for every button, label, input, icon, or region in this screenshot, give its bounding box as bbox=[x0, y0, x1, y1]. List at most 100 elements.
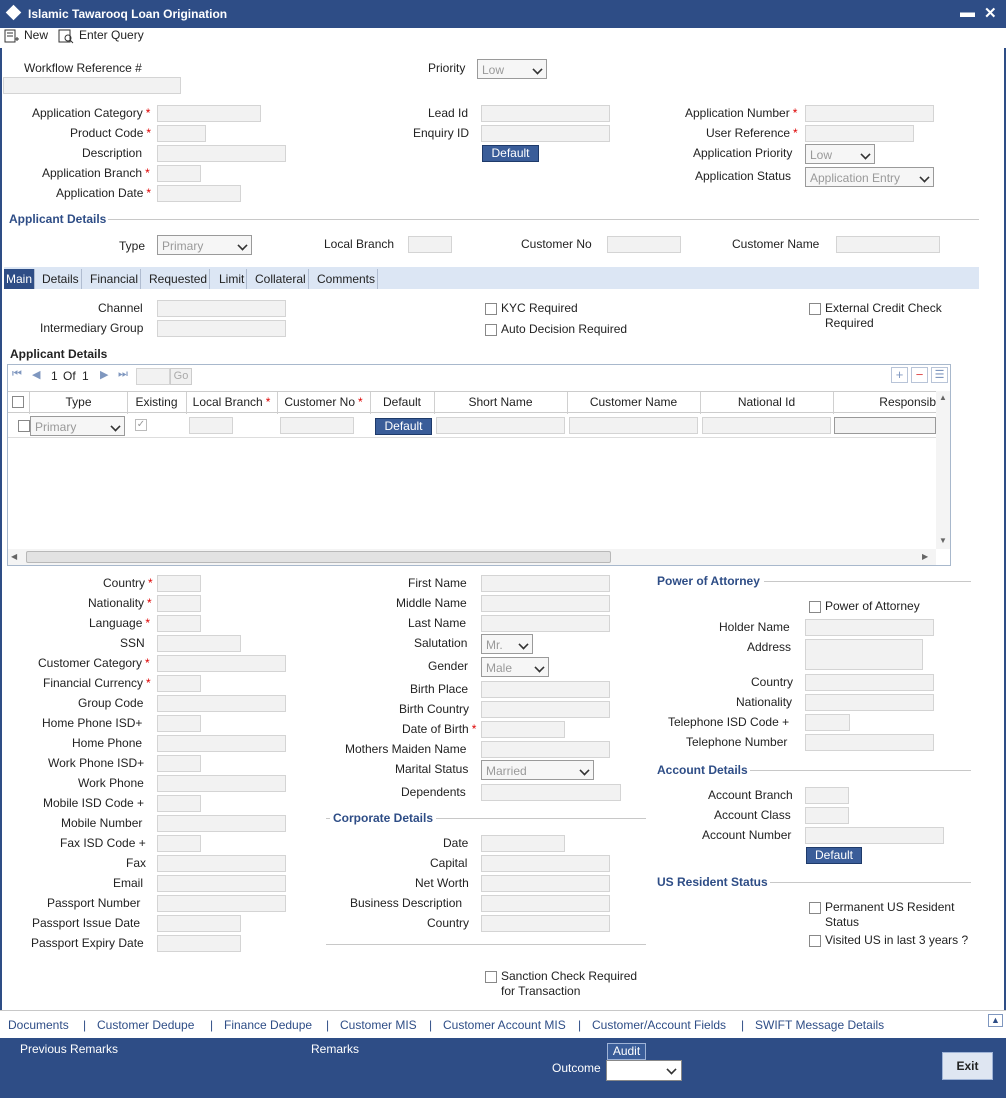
prev-page-icon[interactable]: ◀ bbox=[32, 368, 40, 381]
marital-status-select[interactable]: Married bbox=[481, 760, 594, 780]
tel-number-input[interactable] bbox=[805, 734, 934, 751]
birth-place-input[interactable] bbox=[481, 681, 610, 698]
mobile-isd-input[interactable] bbox=[157, 795, 201, 812]
tab-collateral[interactable]: Collateral bbox=[253, 269, 309, 289]
link-customer-account-mis[interactable]: Customer Account MIS bbox=[443, 1018, 566, 1032]
go-button[interactable]: Go bbox=[170, 368, 192, 385]
ext-credit-checkbox[interactable] bbox=[809, 303, 821, 315]
account-branch-input[interactable] bbox=[805, 787, 849, 804]
user-ref-input[interactable] bbox=[805, 125, 914, 142]
page-input[interactable] bbox=[136, 368, 170, 385]
delete-row-icon[interactable]: − bbox=[911, 367, 928, 383]
table-row[interactable]: Primary ✓ Default bbox=[8, 414, 936, 438]
account-default-button[interactable]: Default bbox=[806, 847, 862, 864]
nationality-input[interactable] bbox=[157, 595, 201, 612]
exit-button[interactable]: Exit bbox=[942, 1052, 993, 1080]
horizontal-scrollbar[interactable]: ◀ ▶ bbox=[8, 549, 936, 565]
work-phone-isd-input[interactable] bbox=[157, 755, 201, 772]
link-documents[interactable]: Documents bbox=[8, 1018, 69, 1032]
app-category-input[interactable] bbox=[157, 105, 261, 122]
poa-nationality-input[interactable] bbox=[805, 694, 934, 711]
last-name-input[interactable] bbox=[481, 615, 610, 632]
local-branch-input[interactable] bbox=[408, 236, 452, 253]
birth-country-input[interactable] bbox=[481, 701, 610, 718]
row-customer-name-input[interactable] bbox=[569, 417, 698, 434]
outcome-select[interactable] bbox=[606, 1060, 682, 1081]
add-row-icon[interactable]: + bbox=[891, 367, 908, 383]
collapse-up-icon[interactable]: ▲ bbox=[988, 1014, 1003, 1027]
date-of-birth-input[interactable] bbox=[481, 721, 565, 738]
channel-input[interactable] bbox=[157, 300, 286, 317]
next-page-icon[interactable]: ▶ bbox=[100, 368, 108, 381]
new-doc-icon[interactable] bbox=[4, 29, 20, 47]
kyc-checkbox[interactable] bbox=[485, 303, 497, 315]
row-checkbox[interactable] bbox=[18, 420, 30, 432]
work-phone-input[interactable] bbox=[157, 775, 286, 792]
workflow-ref-input[interactable] bbox=[3, 77, 181, 94]
tel-isd-input[interactable] bbox=[805, 714, 850, 731]
holder-name-input[interactable] bbox=[805, 619, 934, 636]
tab-requested[interactable]: Requested bbox=[147, 269, 211, 289]
passport-issue-input[interactable] bbox=[157, 915, 241, 932]
passport-expiry-input[interactable] bbox=[157, 935, 241, 952]
account-class-input[interactable] bbox=[805, 807, 849, 824]
scroll-up-icon[interactable]: ▲ bbox=[939, 393, 947, 402]
poa-country-input[interactable] bbox=[805, 674, 934, 691]
enter-query-icon[interactable] bbox=[58, 29, 74, 47]
passport-number-input[interactable] bbox=[157, 895, 286, 912]
link-customer-account-fields[interactable]: Customer/Account Fields bbox=[592, 1018, 726, 1032]
type-select[interactable]: Primary bbox=[157, 235, 252, 255]
app-priority-select[interactable]: Low bbox=[805, 144, 875, 164]
visited-us-checkbox[interactable] bbox=[809, 935, 821, 947]
financial-currency-input[interactable] bbox=[157, 675, 201, 692]
country-input[interactable] bbox=[157, 575, 201, 592]
row-responsible-input[interactable] bbox=[834, 417, 936, 434]
corp-date-input[interactable] bbox=[481, 835, 565, 852]
address-input[interactable] bbox=[805, 639, 923, 670]
home-phone-input[interactable] bbox=[157, 735, 286, 752]
select-all-checkbox[interactable] bbox=[12, 396, 24, 408]
account-number-input[interactable] bbox=[805, 827, 944, 844]
middle-name-input[interactable] bbox=[481, 595, 610, 612]
poa-checkbox[interactable] bbox=[809, 601, 821, 613]
link-finance-dedupe[interactable]: Finance Dedupe bbox=[224, 1018, 312, 1032]
previous-remarks-label[interactable]: Previous Remarks bbox=[20, 1042, 118, 1056]
scroll-thumb[interactable] bbox=[26, 551, 611, 563]
tab-comments[interactable]: Comments bbox=[315, 269, 379, 289]
fax-isd-input[interactable] bbox=[157, 835, 201, 852]
description-input[interactable] bbox=[157, 145, 286, 162]
product-code-input[interactable] bbox=[157, 125, 206, 142]
salutation-select[interactable]: Mr. bbox=[481, 634, 533, 654]
home-phone-isd-input[interactable] bbox=[157, 715, 201, 732]
audit-button[interactable]: Audit bbox=[607, 1043, 646, 1060]
app-branch-input[interactable] bbox=[157, 165, 201, 182]
auto-decision-checkbox[interactable] bbox=[485, 324, 497, 336]
row-type-select[interactable]: Primary bbox=[30, 416, 125, 436]
ssn-input[interactable] bbox=[157, 635, 241, 652]
row-local-branch-input[interactable] bbox=[189, 417, 233, 434]
language-input[interactable] bbox=[157, 615, 201, 632]
new-button[interactable]: New bbox=[24, 28, 48, 42]
lead-id-input[interactable] bbox=[481, 105, 610, 122]
list-view-icon[interactable]: ☰ bbox=[931, 367, 948, 383]
group-code-input[interactable] bbox=[157, 695, 286, 712]
dependents-input[interactable] bbox=[481, 784, 621, 801]
customer-no-input[interactable] bbox=[607, 236, 681, 253]
row-short-name-input[interactable] bbox=[436, 417, 565, 434]
tab-main[interactable]: Main bbox=[4, 269, 36, 289]
row-default-button[interactable]: Default bbox=[375, 418, 432, 435]
last-page-icon[interactable]: ⏭ bbox=[118, 368, 128, 381]
tab-financial[interactable]: Financial bbox=[88, 269, 142, 289]
fax-input[interactable] bbox=[157, 855, 286, 872]
first-page-icon[interactable]: ⏮ bbox=[12, 368, 22, 381]
link-customer-mis[interactable]: Customer MIS bbox=[340, 1018, 417, 1032]
capital-input[interactable] bbox=[481, 855, 610, 872]
row-national-id-input[interactable] bbox=[702, 417, 831, 434]
scroll-left-icon[interactable]: ◀ bbox=[11, 552, 17, 561]
first-name-input[interactable] bbox=[481, 575, 610, 592]
app-status-select[interactable]: Application Entry bbox=[805, 167, 934, 187]
scroll-right-icon[interactable]: ▶ bbox=[922, 552, 928, 561]
enquiry-id-input[interactable] bbox=[481, 125, 610, 142]
scroll-down-icon[interactable]: ▼ bbox=[939, 536, 947, 545]
customer-category-input[interactable] bbox=[157, 655, 286, 672]
